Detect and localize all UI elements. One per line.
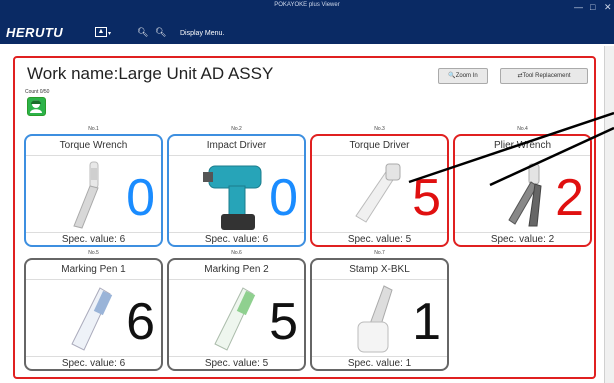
tool-number: No.2 — [231, 126, 242, 132]
tool-count: 5 — [412, 169, 441, 227]
torque-driver-icon — [355, 163, 401, 223]
operator-status-icon — [27, 97, 46, 116]
tool-card-marking-pen-2[interactable]: Marking Pen 2 5 Spec. value: 5 — [167, 258, 306, 371]
tool-card-torque-wrench[interactable]: Torque Wrench 0 Spec. value: 6 — [24, 134, 163, 247]
spec-value: Spec. value: 5 — [204, 358, 269, 369]
window-title: POKAYOKE plus Viewer — [274, 2, 340, 8]
herutu-logo: HERUTU — [6, 25, 64, 40]
tool-number: No.7 — [374, 250, 385, 256]
stamp-icon — [357, 285, 393, 353]
spec-value: Spec. value: 6 — [204, 234, 269, 245]
zoom-in-button[interactable]: 🔍Zoom In — [438, 68, 488, 84]
spec-value: Spec. value: 5 — [347, 234, 412, 245]
zoom-in-icon[interactable]: 🔍︎ — [137, 27, 148, 38]
tool-number: No.1 — [88, 126, 99, 132]
tool-count: 5 — [269, 293, 298, 351]
tool-number: No.4 — [517, 126, 528, 132]
spec-value: Spec. value: 6 — [61, 358, 126, 369]
tool-number: No.3 — [374, 126, 385, 132]
torque-wrench-icon — [73, 161, 99, 229]
zoom-out-icon[interactable]: 🔍︎ — [155, 27, 166, 38]
tool-number: No.6 — [231, 250, 242, 256]
display-menu[interactable]: Display Menu. — [180, 30, 224, 37]
marking-pen-icon — [214, 287, 256, 351]
tool-replacement-button[interactable]: ⇄Tool Replacement — [500, 68, 588, 84]
tool-name: Torque Wrench — [59, 140, 128, 151]
tool-card-torque-driver[interactable]: Torque Driver 5 Spec. value: 5 — [310, 134, 449, 247]
title-bar: POKAYOKE plus Viewer — □ ✕ HERUTU ▲ ▾ 🔍︎… — [0, 0, 614, 44]
plier-wrench-icon — [508, 163, 542, 227]
impact-driver-icon — [203, 165, 262, 230]
tool-card-impact-driver[interactable]: Impact Driver 0 Spec. value: 6 — [167, 134, 306, 247]
vertical-scrollbar[interactable] — [604, 46, 614, 383]
tool-card-marking-pen-1[interactable]: Marking Pen 1 6 Spec. value: 6 — [24, 258, 163, 371]
tool-name: Impact Driver — [206, 140, 267, 151]
marking-pen-icon — [71, 287, 113, 351]
tool-count: 0 — [126, 169, 155, 227]
chevron-down-icon[interactable]: ▾ — [108, 30, 111, 37]
spec-value: Spec. value: 6 — [61, 234, 126, 245]
tool-card-stamp-x-bkl[interactable]: Stamp X-BKL 1 Spec. value: 1 — [310, 258, 449, 371]
work-panel: Work name:Large Unit AD ASSY Count 0/50 … — [13, 56, 596, 379]
close-button[interactable]: ✕ — [604, 2, 612, 13]
tool-count: 1 — [412, 293, 441, 351]
upload-icon[interactable]: ▲ — [95, 27, 107, 37]
tool-number: No.5 — [88, 250, 99, 256]
minimize-button[interactable]: — — [574, 2, 583, 12]
spec-value: Spec. value: 1 — [347, 358, 412, 369]
tool-name: Marking Pen 2 — [204, 264, 269, 275]
tool-name: Torque Driver — [349, 140, 410, 151]
work-name-title: Work name:Large Unit AD ASSY — [27, 64, 274, 83]
work-count: Count 0/50 — [25, 89, 50, 95]
tool-name: Marking Pen 1 — [61, 264, 126, 275]
tool-name: Stamp X-BKL — [349, 264, 410, 275]
tool-count: 0 — [269, 169, 298, 227]
tool-count: 6 — [126, 293, 155, 351]
maximize-button[interactable]: □ — [590, 2, 595, 12]
tool-count: 2 — [555, 169, 584, 227]
tool-name: Plier Wrench — [493, 140, 552, 151]
tool-card-plier-wrench[interactable]: Plier Wrench 2 Spec. value: 2 — [453, 134, 592, 247]
spec-value: Spec. value: 2 — [490, 234, 555, 245]
